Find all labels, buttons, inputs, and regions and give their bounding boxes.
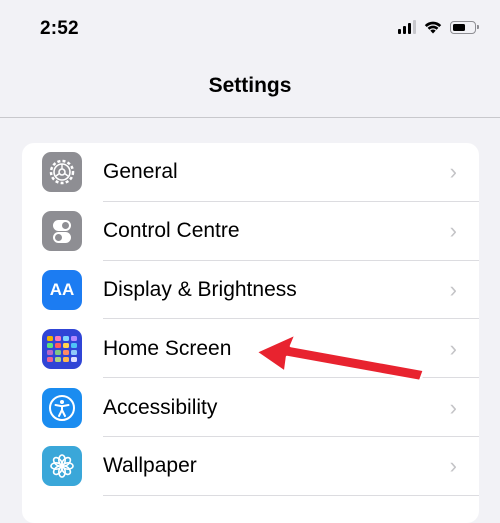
annotation-arrow-icon bbox=[254, 332, 426, 383]
